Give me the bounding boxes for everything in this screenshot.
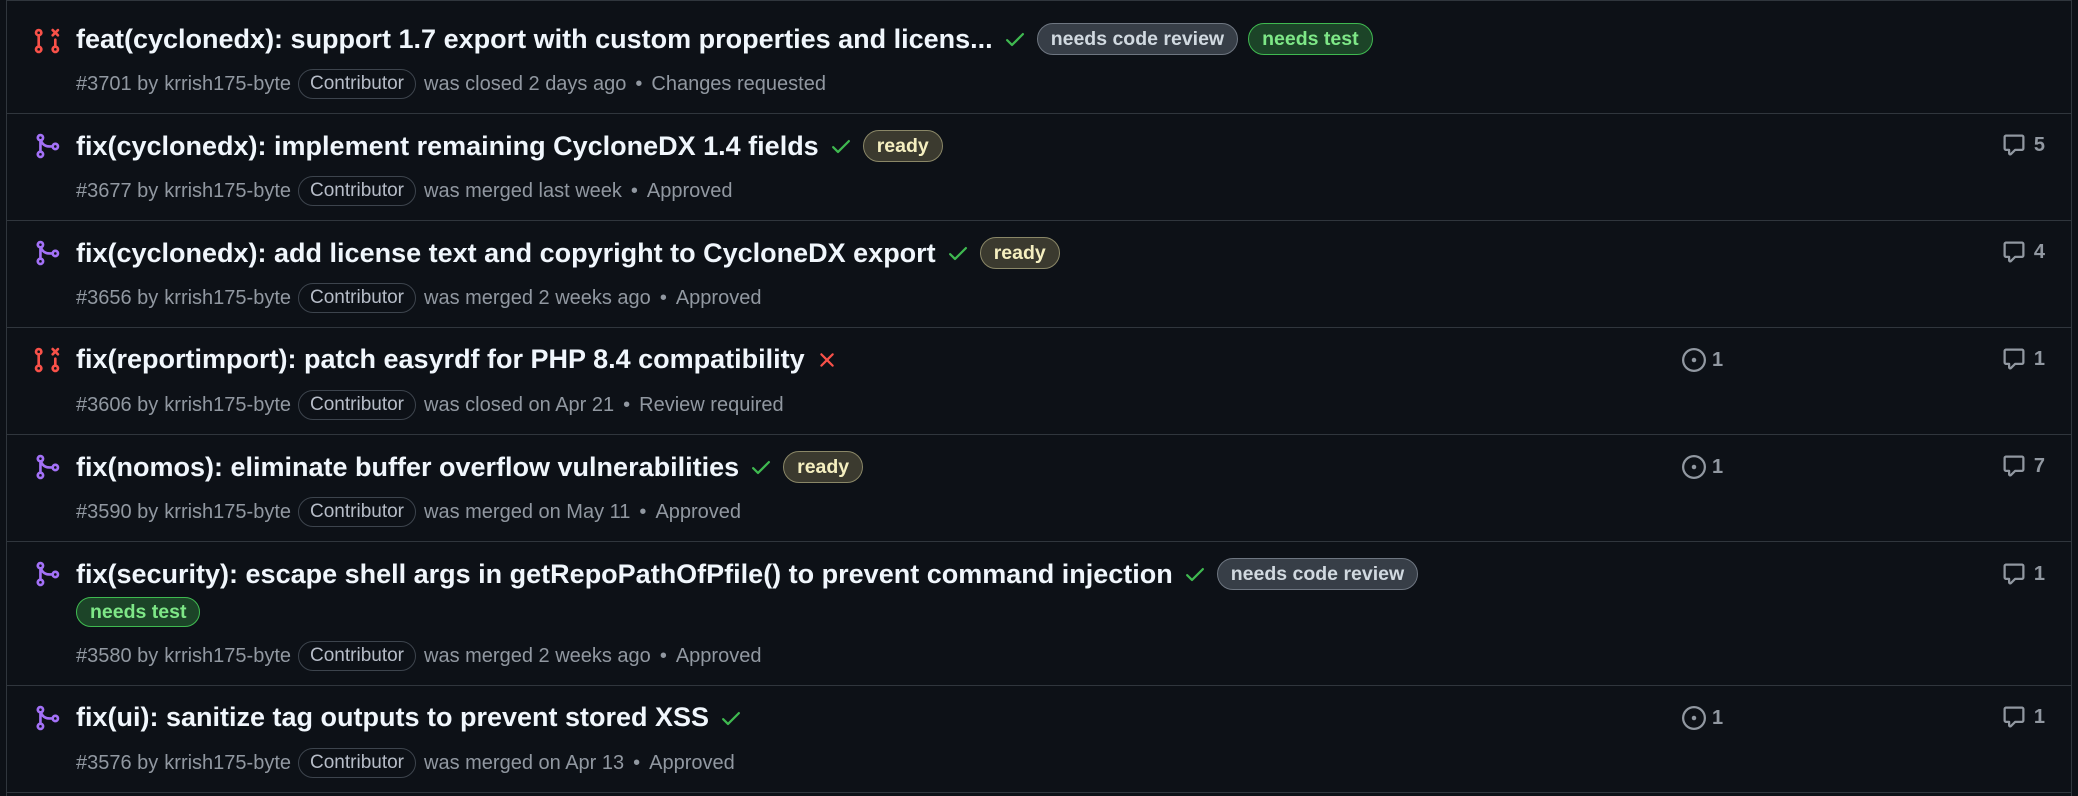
comment-count: 4 bbox=[2033, 240, 2045, 263]
pr-row: fix(cyclonedx): implement remaining Cycl… bbox=[7, 114, 2071, 221]
contributor-badge: Contributor bbox=[298, 283, 417, 313]
check-icon[interactable] bbox=[829, 134, 853, 158]
label-needs-code-review[interactable]: needs code review bbox=[1216, 558, 1419, 590]
pr-row: fix(reportimport): patch easyrdf for PHP… bbox=[7, 328, 2071, 435]
pr-row: fix(nomos): eliminate buffer overflow vu… bbox=[7, 435, 2071, 542]
review-status-link[interactable]: Approved bbox=[655, 501, 741, 524]
pr-number: #3677 by bbox=[76, 179, 159, 202]
linked-issues-link[interactable]: 1 bbox=[1682, 455, 1723, 479]
linked-issue-count: 1 bbox=[1712, 348, 1724, 371]
comment-count: 5 bbox=[2033, 133, 2045, 156]
label-needs-test[interactable]: needs test bbox=[76, 597, 201, 627]
git-merge-icon bbox=[33, 560, 61, 588]
review-status-link[interactable]: Approved bbox=[676, 645, 762, 668]
x-icon[interactable] bbox=[815, 348, 839, 372]
check-icon[interactable] bbox=[946, 241, 970, 265]
comment-count: 7 bbox=[2033, 454, 2045, 477]
comment-icon bbox=[2002, 133, 2026, 157]
pr-number: #3590 by bbox=[76, 500, 159, 523]
contributor-badge: Contributor bbox=[298, 748, 417, 778]
label-ready[interactable]: ready bbox=[979, 237, 1060, 269]
issue-opened-icon bbox=[1682, 706, 1706, 730]
label-ready[interactable]: ready bbox=[783, 451, 864, 483]
check-icon[interactable] bbox=[1003, 27, 1027, 51]
pr-row: feat(cyclonedx): support 1.7 export with… bbox=[7, 1, 2071, 114]
pr-row: fix(cyclonedx): add license text and cop… bbox=[7, 221, 2071, 328]
pull-request-list: feat(cyclonedx): support 1.7 export with… bbox=[6, 0, 2072, 796]
pr-event-text: was merged 2 weeks ago bbox=[424, 644, 651, 667]
comment-icon bbox=[2002, 454, 2026, 478]
review-status-link[interactable]: Changes requested bbox=[651, 73, 826, 96]
check-icon[interactable] bbox=[719, 706, 743, 730]
comment-count: 1 bbox=[2033, 347, 2045, 370]
author-link[interactable]: krrish175-byte bbox=[164, 287, 291, 310]
comment-icon bbox=[2002, 240, 2026, 264]
git-pull-request-closed-icon bbox=[33, 346, 61, 374]
pr-event-text: was closed on Apr 21 bbox=[424, 393, 615, 416]
git-pull-request-closed-icon bbox=[33, 27, 61, 55]
pr-title-link[interactable]: fix(cyclonedx): add license text and cop… bbox=[76, 238, 936, 269]
comment-icon bbox=[2002, 705, 2026, 729]
author-link[interactable]: krrish175-byte bbox=[164, 73, 291, 96]
comment-icon bbox=[2002, 562, 2026, 586]
pr-number: #3580 by bbox=[76, 644, 159, 667]
author-link[interactable]: krrish175-byte bbox=[164, 752, 291, 775]
git-merge-icon bbox=[33, 704, 61, 732]
pr-number: #3656 by bbox=[76, 286, 159, 309]
check-icon[interactable] bbox=[1183, 562, 1207, 586]
linked-issue-count: 1 bbox=[1712, 706, 1724, 729]
author-link[interactable]: krrish175-byte bbox=[164, 501, 291, 524]
pr-number: #3606 by bbox=[76, 393, 159, 416]
pr-row: fix(security): escape shell args in getR… bbox=[7, 542, 2071, 686]
author-link[interactable]: krrish175-byte bbox=[164, 180, 291, 203]
label-ready[interactable]: ready bbox=[862, 130, 943, 162]
pr-event-text: was merged on May 11 bbox=[424, 500, 631, 523]
comment-count: 1 bbox=[2033, 705, 2045, 728]
contributor-badge: Contributor bbox=[298, 390, 417, 420]
check-icon[interactable] bbox=[749, 455, 773, 479]
label-needs-test[interactable]: needs test bbox=[1248, 23, 1373, 55]
pr-event-text: was merged on Apr 13 bbox=[424, 751, 625, 774]
pr-title-link[interactable]: fix(cyclonedx): implement remaining Cycl… bbox=[76, 131, 819, 162]
comments-link[interactable]: 1 bbox=[2002, 562, 2045, 586]
comments-link[interactable]: 7 bbox=[2002, 454, 2045, 478]
pr-row: fix(ui): sanitize tag outputs to prevent… bbox=[7, 686, 2071, 793]
comments-link[interactable]: 1 bbox=[2002, 705, 2045, 729]
pr-title-link[interactable]: fix(security): escape shell args in getR… bbox=[76, 559, 1173, 590]
comments-link[interactable]: 5 bbox=[2002, 133, 2045, 157]
label-needs-code-review[interactable]: needs code review bbox=[1036, 23, 1239, 55]
comment-count: 1 bbox=[2033, 562, 2045, 585]
review-status-link[interactable]: Review required bbox=[639, 394, 784, 417]
review-status-link[interactable]: Approved bbox=[647, 180, 733, 203]
pr-number: #3701 by bbox=[76, 72, 159, 95]
comment-icon bbox=[2002, 347, 2026, 371]
review-status-link[interactable]: Approved bbox=[649, 752, 735, 775]
author-link[interactable]: krrish175-byte bbox=[164, 645, 291, 668]
pr-title-link[interactable]: fix(ui): sanitize tag outputs to prevent… bbox=[76, 702, 709, 733]
contributor-badge: Contributor bbox=[298, 497, 417, 527]
linked-issues-link[interactable]: 1 bbox=[1682, 348, 1723, 372]
pr-event-text: was closed 2 days ago bbox=[424, 72, 627, 95]
pr-number: #3576 by bbox=[76, 751, 159, 774]
linked-issue-count: 1 bbox=[1712, 455, 1724, 478]
issue-opened-icon bbox=[1682, 348, 1706, 372]
pr-title-link[interactable]: feat(cyclonedx): support 1.7 export with… bbox=[76, 24, 993, 55]
linked-issues-link[interactable]: 1 bbox=[1682, 706, 1723, 730]
git-merge-icon bbox=[33, 453, 61, 481]
pr-event-text: was merged last week bbox=[424, 179, 622, 202]
contributor-badge: Contributor bbox=[298, 69, 417, 99]
issue-opened-icon bbox=[1682, 455, 1706, 479]
author-link[interactable]: krrish175-byte bbox=[164, 394, 291, 417]
pr-title-link[interactable]: fix(nomos): eliminate buffer overflow vu… bbox=[76, 452, 739, 483]
review-status-link[interactable]: Approved bbox=[676, 287, 762, 310]
comments-link[interactable]: 4 bbox=[2002, 240, 2045, 264]
pr-title-link[interactable]: fix(reportimport): patch easyrdf for PHP… bbox=[76, 344, 805, 375]
git-merge-icon bbox=[33, 239, 61, 267]
pr-event-text: was merged 2 weeks ago bbox=[424, 286, 651, 309]
contributor-badge: Contributor bbox=[298, 176, 417, 206]
comments-link[interactable]: 1 bbox=[2002, 347, 2045, 371]
git-merge-icon bbox=[33, 132, 61, 160]
contributor-badge: Contributor bbox=[298, 641, 417, 671]
